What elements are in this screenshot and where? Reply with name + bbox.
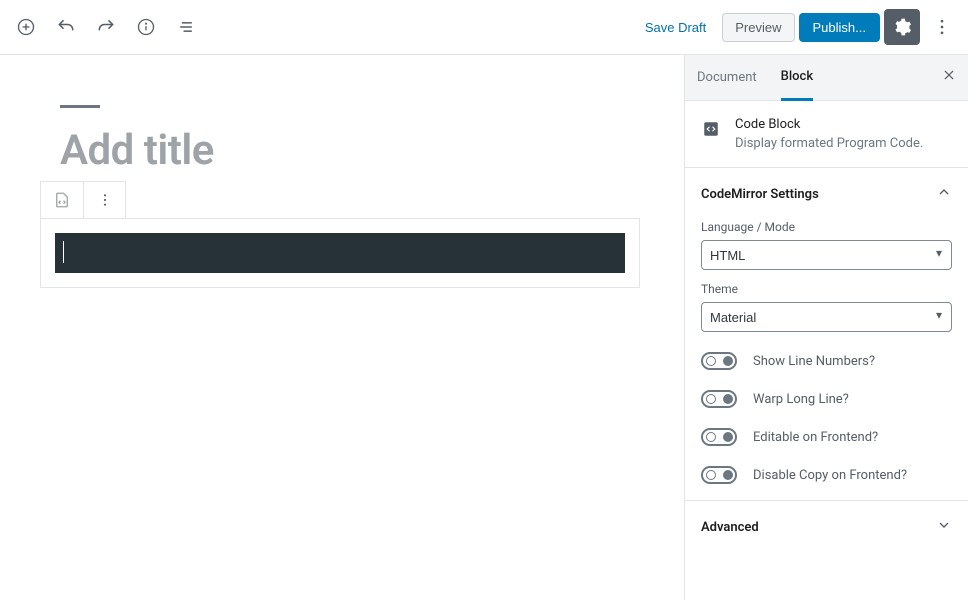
title-rule bbox=[60, 105, 100, 108]
toggle-disable-copy[interactable] bbox=[701, 466, 737, 484]
block-navigation-button[interactable] bbox=[168, 9, 204, 45]
settings-button[interactable] bbox=[884, 9, 920, 45]
language-select[interactable]: HTML bbox=[701, 240, 952, 270]
code-editor-area[interactable] bbox=[55, 233, 625, 273]
undo-button[interactable] bbox=[48, 9, 84, 45]
toggle-editable-row: Editable on Frontend? bbox=[701, 428, 952, 446]
more-vertical-icon bbox=[97, 192, 113, 208]
undo-icon bbox=[56, 17, 76, 37]
settings-sidebar: Document Block Code Block Display format… bbox=[684, 55, 968, 600]
info-icon bbox=[136, 17, 156, 37]
close-sidebar-button[interactable] bbox=[942, 68, 956, 87]
language-label: Language / Mode bbox=[701, 220, 952, 234]
text-cursor bbox=[63, 241, 64, 263]
block-info-header: Code Block Display formated Program Code… bbox=[685, 101, 968, 167]
sidebar-tabs: Document Block bbox=[685, 55, 968, 101]
block-description: Display formated Program Code. bbox=[735, 136, 923, 151]
panel-codemirror-toggle[interactable]: CodeMirror Settings bbox=[685, 168, 968, 220]
more-vertical-icon bbox=[932, 17, 952, 37]
panel-advanced: Advanced bbox=[685, 500, 968, 553]
block-more-button[interactable] bbox=[83, 182, 125, 218]
plus-circle-icon bbox=[16, 17, 36, 37]
toggle-disable-copy-row: Disable Copy on Frontend? bbox=[701, 466, 952, 484]
redo-button[interactable] bbox=[88, 9, 124, 45]
toolbar-left bbox=[8, 9, 204, 45]
panel-advanced-title: Advanced bbox=[701, 520, 759, 535]
block-title: Code Block bbox=[735, 117, 923, 132]
code-block[interactable] bbox=[40, 218, 640, 288]
chevron-up-icon bbox=[936, 184, 952, 204]
toggle-wrap-long-line[interactable] bbox=[701, 390, 737, 408]
toggle-wrap-label: Warp Long Line? bbox=[753, 392, 849, 407]
close-icon bbox=[942, 68, 956, 82]
toggle-editable-frontend[interactable] bbox=[701, 428, 737, 446]
toggle-editable-label: Editable on Frontend? bbox=[753, 430, 878, 445]
chevron-down-icon bbox=[936, 517, 952, 537]
post-title-placeholder: Add title bbox=[60, 126, 644, 175]
panel-codemirror: CodeMirror Settings Language / Mode HTML… bbox=[685, 167, 968, 500]
preview-button[interactable]: Preview bbox=[722, 13, 794, 42]
publish-button[interactable]: Publish... bbox=[799, 13, 880, 42]
tab-block[interactable]: Block bbox=[781, 56, 813, 101]
code-file-icon bbox=[53, 191, 71, 209]
more-options-button[interactable] bbox=[924, 9, 960, 45]
toggle-wrap-row: Warp Long Line? bbox=[701, 390, 952, 408]
main-area: Add title Document Block bbox=[0, 55, 968, 600]
toggle-line-numbers-label: Show Line Numbers? bbox=[753, 354, 875, 369]
editor-canvas: Add title bbox=[0, 55, 684, 600]
content-structure-button[interactable] bbox=[128, 9, 164, 45]
panel-codemirror-title: CodeMirror Settings bbox=[701, 187, 819, 202]
theme-select[interactable]: Material bbox=[701, 302, 952, 332]
panel-advanced-toggle[interactable]: Advanced bbox=[685, 501, 968, 553]
save-draft-button[interactable]: Save Draft bbox=[633, 12, 718, 43]
block-type-button[interactable] bbox=[41, 182, 83, 218]
list-icon bbox=[176, 17, 196, 37]
theme-label: Theme bbox=[701, 282, 952, 296]
toggle-line-numbers[interactable] bbox=[701, 352, 737, 370]
toggle-disable-copy-label: Disable Copy on Frontend? bbox=[753, 468, 907, 483]
add-block-button[interactable] bbox=[8, 9, 44, 45]
block-toolbar bbox=[40, 181, 126, 219]
post-title-wrap[interactable]: Add title bbox=[60, 105, 644, 175]
tab-document[interactable]: Document bbox=[697, 55, 757, 100]
code-block-icon bbox=[701, 119, 721, 139]
panel-codemirror-body: Language / Mode HTML Theme Material Show… bbox=[685, 220, 968, 500]
top-toolbar: Save Draft Preview Publish... bbox=[0, 0, 968, 55]
gear-icon bbox=[892, 17, 912, 37]
toggle-line-numbers-row: Show Line Numbers? bbox=[701, 352, 952, 370]
toolbar-right: Save Draft Preview Publish... bbox=[633, 9, 960, 45]
block-info-text: Code Block Display formated Program Code… bbox=[735, 117, 923, 151]
redo-icon bbox=[96, 17, 116, 37]
